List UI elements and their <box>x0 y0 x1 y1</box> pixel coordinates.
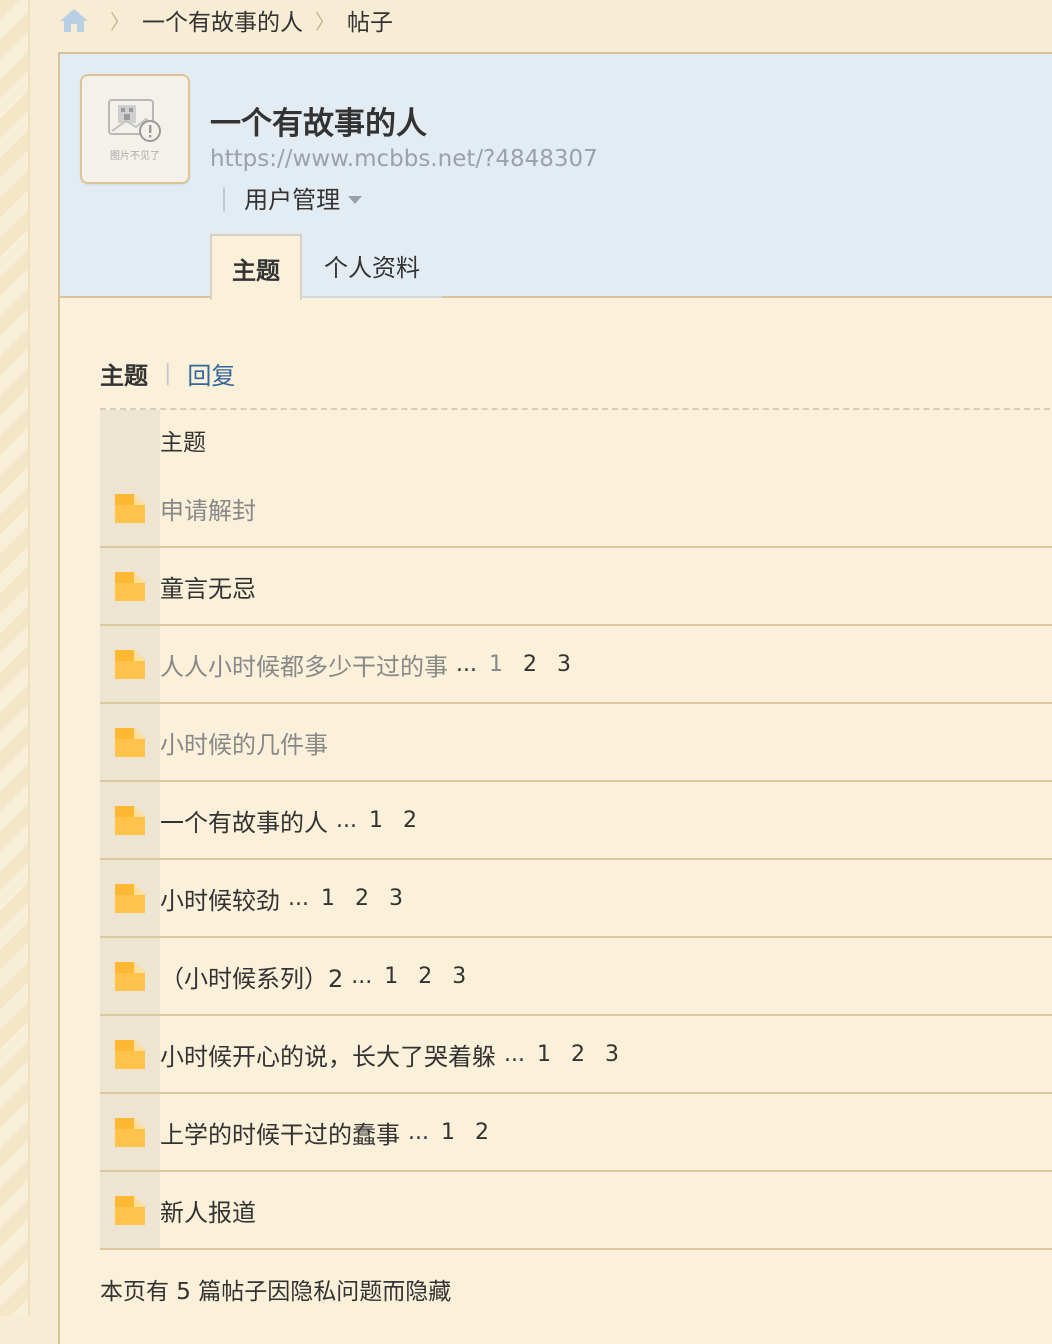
tab-profile[interactable]: 个人资料 <box>302 234 442 298</box>
menu-divider: | <box>220 183 229 212</box>
table-header-title: 主题 <box>160 430 206 456</box>
page-links: 12 <box>441 1120 509 1145</box>
thread-row: 一个有故事的人... 1 2 <box>100 782 1052 860</box>
thread-row: 小时候较劲... 1 2 3 <box>100 860 1052 938</box>
folder-icon <box>100 1037 160 1071</box>
avatar-caption: 图片不见了 <box>110 150 160 162</box>
thread-table: 主题 申请解封 童言无忌 人人小时候都多少干过的事... 1 2 3 小时候的几件事 一个有故… <box>100 408 1052 1250</box>
thread-row: 人人小时候都多少干过的事... 1 2 3 <box>100 626 1052 704</box>
folder-icon <box>100 881 160 915</box>
thread-row: 小时候的几件事 <box>100 704 1052 782</box>
breadcrumb-item-user[interactable]: 一个有故事的人 <box>142 3 303 37</box>
profile-tabs: 主题 个人资料 <box>210 234 442 300</box>
folder-icon <box>100 803 160 837</box>
title-ellipsis: ... <box>456 651 477 677</box>
breadcrumb-separator-icon: 〉 <box>315 9 335 34</box>
profile-name: 一个有故事的人 <box>210 106 427 142</box>
subtab-divider: | <box>164 361 172 386</box>
thread-title-link[interactable]: 上学的时候干过的蠢事 <box>160 1115 400 1150</box>
thread-row: 新人报道 <box>100 1172 1052 1250</box>
breadcrumb-separator-icon: 〉 <box>110 9 130 34</box>
thread-title-link[interactable]: 小时候较劲 <box>160 881 280 916</box>
page-links: 12 <box>369 808 437 833</box>
tab-threads[interactable]: 主题 <box>210 234 302 300</box>
thread-row: 上学的时候干过的蠢事... 1 2 <box>100 1094 1052 1172</box>
page-link[interactable]: 2 <box>418 964 432 989</box>
page-link[interactable]: 2 <box>475 1120 489 1145</box>
page-link[interactable]: 2 <box>403 808 417 833</box>
page-links: 123 <box>537 1042 639 1067</box>
profile-url[interactable]: https://www.mcbbs.net/?4848307 <box>210 146 598 172</box>
thread-title-link[interactable]: 人人小时候都多少干过的事 <box>160 647 448 682</box>
hidden-posts-note: 本页有 5 篇帖子因隐私问题而隐藏 <box>100 1279 452 1305</box>
chevron-down-icon <box>348 195 363 204</box>
thread-title-link[interactable]: 新人报道 <box>160 1193 256 1228</box>
home-icon[interactable] <box>58 6 90 34</box>
folder-icon <box>100 647 160 681</box>
breadcrumb-item-posts[interactable]: 帖子 <box>347 3 393 37</box>
main-panel: 图片不见了 一个有故事的人 https://www.mcbbs.net/?484… <box>58 52 1052 1344</box>
page-link[interactable]: 1 <box>441 1120 455 1145</box>
folder-icon <box>100 725 160 759</box>
table-header: 主题 <box>100 410 1052 470</box>
broken-image-icon <box>108 98 161 142</box>
thread-title-link[interactable]: 小时候开心的说，长大了哭着躲 <box>160 1037 496 1072</box>
thread-list: 申请解封 童言无忌 人人小时候都多少干过的事... 1 2 3 小时候的几件事 一个有故事的人… <box>100 470 1052 1250</box>
folder-icon <box>100 491 160 525</box>
user-management-menu[interactable]: | 用户管理 <box>220 180 363 215</box>
thread-title-link[interactable]: 童言无忌 <box>160 569 256 604</box>
sub-tabs: 主题 | 回复 <box>100 356 235 391</box>
thread-title-link[interactable]: （小时候系列）2 <box>160 959 343 994</box>
thread-title-link[interactable]: 小时候的几件事 <box>160 725 328 760</box>
page-link[interactable]: 3 <box>605 1042 619 1067</box>
left-decorative-strip <box>0 0 28 1316</box>
page-link[interactable]: 1 <box>537 1042 551 1067</box>
thread-row: 童言无忌 <box>100 548 1052 626</box>
folder-icon <box>100 1193 160 1227</box>
title-ellipsis: ... <box>408 1119 429 1145</box>
page-links: 123 <box>489 652 591 677</box>
thread-title-link[interactable]: 申请解封 <box>160 491 256 526</box>
title-ellipsis: ... <box>336 807 357 833</box>
thread-row: （小时候系列）2... 1 2 3 <box>100 938 1052 1016</box>
page-link[interactable]: 1 <box>489 652 503 677</box>
subtab-replies[interactable]: 回复 <box>187 356 235 391</box>
left-strip-edge <box>28 0 30 1316</box>
page-link[interactable]: 2 <box>571 1042 585 1067</box>
thread-row: 小时候开心的说，长大了哭着躲... 1 2 3 <box>100 1016 1052 1094</box>
title-ellipsis: ... <box>351 963 373 989</box>
profile-header: 图片不见了 一个有故事的人 https://www.mcbbs.net/?484… <box>60 54 1052 300</box>
page-link[interactable]: 1 <box>369 808 383 833</box>
breadcrumb: 〉 一个有故事的人 〉 帖子 <box>58 0 393 40</box>
title-ellipsis: ... <box>504 1041 525 1067</box>
page-link[interactable]: 2 <box>355 886 369 911</box>
folder-icon <box>100 569 160 603</box>
page-link[interactable]: 3 <box>452 964 466 989</box>
folder-icon <box>100 959 160 993</box>
page-link[interactable]: 1 <box>321 886 335 911</box>
page-links: 123 <box>321 886 423 911</box>
page-link[interactable]: 3 <box>389 886 403 911</box>
avatar[interactable]: 图片不见了 <box>80 74 190 184</box>
folder-icon <box>100 1115 160 1149</box>
page-link[interactable]: 2 <box>523 652 537 677</box>
user-management-label[interactable]: 用户管理 <box>244 180 340 215</box>
thread-row: 申请解封 <box>100 470 1052 548</box>
title-ellipsis: ... <box>288 885 309 911</box>
page-link[interactable]: 1 <box>384 964 398 989</box>
page-link[interactable]: 3 <box>557 652 571 677</box>
thread-title-link[interactable]: 一个有故事的人 <box>160 803 328 838</box>
page-links: 123 <box>384 964 486 989</box>
subtab-threads[interactable]: 主题 <box>100 356 148 391</box>
